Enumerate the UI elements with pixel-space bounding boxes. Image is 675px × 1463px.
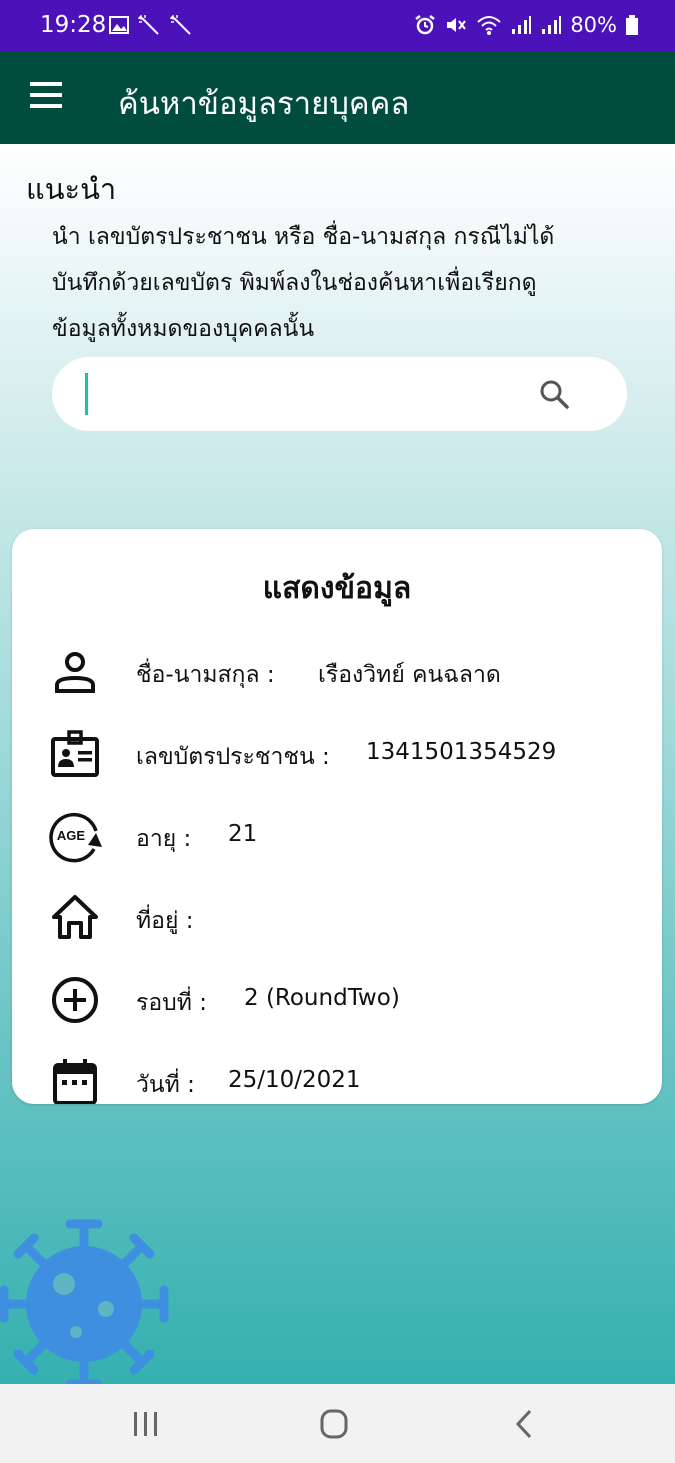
- calendar-icon: [53, 1059, 97, 1104]
- row-value: เรืองวิทย์ คนฉลาด: [318, 662, 501, 688]
- row-label: วันที่ :: [136, 1072, 195, 1098]
- menu-button[interactable]: [26, 82, 66, 114]
- back-icon[interactable]: [504, 1406, 544, 1442]
- add-circle-icon: [52, 977, 98, 1023]
- person-icon: [55, 652, 95, 693]
- alarm-icon: [415, 15, 436, 35]
- intro-line: บันทึกด้วยเลขบัตร พิมพ์ลงในช่องค้นหาเพื่…: [52, 270, 537, 296]
- home-button-icon[interactable]: [314, 1406, 354, 1442]
- info-row-age: AGE อายุ : 21: [12, 809, 662, 869]
- signal-icon: [542, 16, 562, 34]
- row-label: ชื่อ-นามสกุล :: [136, 662, 275, 688]
- gallery-icon: [109, 16, 129, 34]
- search-icon[interactable]: [537, 377, 571, 411]
- menu-icon-line: [30, 104, 62, 108]
- info-row-name: ชื่อ-นามสกุล : เรืองวิทย์ คนฉลาด: [12, 645, 662, 705]
- wifi-icon: [477, 16, 501, 35]
- magic-wand-icon: [138, 14, 159, 35]
- status-time: 19:28: [40, 12, 107, 38]
- row-label: รอบที่ :: [136, 990, 207, 1016]
- status-right-icons: 80%: [414, 13, 639, 37]
- virus-icon: [0, 1219, 169, 1389]
- battery-icon: [626, 15, 638, 35]
- battery-percent: 80%: [570, 13, 617, 37]
- row-value: 2 (RoundTwo): [244, 985, 400, 1011]
- home-icon: [52, 895, 98, 939]
- intro-line: นำ เลขบัตรประชาชน หรือ ชื่อ-นามสกุล กรณี…: [52, 224, 555, 250]
- row-value: 21: [228, 821, 258, 847]
- status-left-icons: [108, 14, 194, 38]
- recent-apps-icon[interactable]: [126, 1406, 166, 1442]
- search-box[interactable]: [52, 357, 627, 431]
- info-row-address: ที่อยู่ :: [12, 891, 662, 951]
- age-icon-text: AGE: [57, 828, 86, 843]
- menu-icon-line: [30, 82, 62, 86]
- main-content: แนะนำ นำ เลขบัตรประชาชน หรือ ชื่อ-นามสกุ…: [0, 144, 675, 1389]
- signal-icon: [512, 16, 532, 34]
- row-value: 25/10/2021: [228, 1067, 361, 1093]
- card-title: แสดงข้อมูล: [262, 571, 412, 606]
- page-title: ค้นหาข้อมูลรายบุคคล: [118, 86, 410, 122]
- id-card-icon: [51, 730, 99, 777]
- row-label: อายุ :: [136, 826, 192, 852]
- search-input[interactable]: [96, 371, 516, 417]
- menu-icon-line: [30, 93, 62, 97]
- row-label: ที่อยู่ :: [136, 908, 194, 934]
- info-row-round: รอบที่ : 2 (RoundTwo): [12, 973, 662, 1033]
- text-cursor: [85, 373, 88, 415]
- row-label: เลขบัตรประชาชน :: [136, 744, 330, 770]
- app-bar: ค้นหาข้อมูลรายบุคคล: [0, 52, 675, 144]
- status-bar: 19:28 80%: [0, 0, 675, 52]
- intro-title: แนะนำ: [26, 172, 117, 206]
- age-icon: AGE: [49, 812, 102, 863]
- info-card: แสดงข้อมูล ชื่อ-นามสกุล : เรืองวิทย์ คนฉ…: [12, 529, 662, 1104]
- magic-wand-icon: [170, 14, 191, 35]
- info-row-id: เลขบัตรประชาชน : 1341501354529: [12, 727, 662, 787]
- row-value: 1341501354529: [366, 739, 557, 765]
- intro-line: ข้อมูลทั้งหมดของบุคคลนั้น: [52, 316, 315, 342]
- info-row-date: วันที่ : 25/10/2021: [12, 1055, 662, 1104]
- system-nav-bar: [0, 1384, 675, 1463]
- mute-icon: [447, 18, 467, 32]
- intro-text: นำ เลขบัตรประชาชน หรือ ชื่อ-นามสกุล กรณี…: [52, 214, 652, 352]
